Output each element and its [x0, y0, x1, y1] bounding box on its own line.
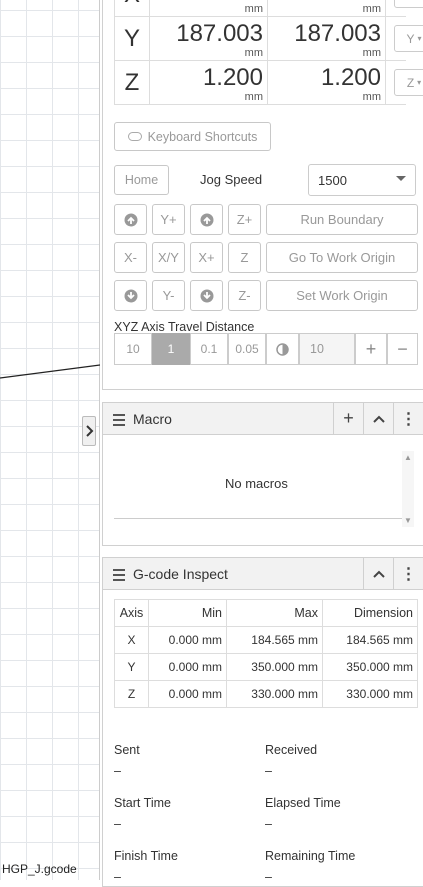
gcode-title: G-code Inspect: [133, 566, 228, 582]
work-position-y: 187.003 mm: [268, 17, 386, 60]
jog-z-minus-button[interactable]: Z-: [228, 280, 261, 311]
collapse-gcode-button[interactable]: [363, 558, 393, 589]
keyboard-shortcuts-button[interactable]: Keyboard Shortcuts: [114, 122, 271, 151]
minus-icon: −: [397, 338, 408, 359]
jog-up-right-button[interactable]: [190, 204, 223, 235]
scroll-up-icon[interactable]: ▲: [404, 453, 412, 462]
jog-speed-select[interactable]: 1500: [308, 164, 416, 196]
travel-distance-label: XYZ Axis Travel Distance: [114, 320, 255, 334]
arrow-up-circle-icon: [200, 213, 213, 226]
travel-decrease-button[interactable]: −: [387, 333, 418, 365]
travel-option-10[interactable]: 10: [114, 333, 152, 365]
jog-down-left-button[interactable]: [114, 280, 147, 311]
chevron-right-icon: [86, 425, 94, 437]
macro-panel: Macro + ⋮ No macros ▲ ▼: [102, 402, 423, 546]
axis-y-dropdown[interactable]: Y ▾: [394, 25, 423, 52]
caret-down-icon: [396, 176, 406, 181]
custom-travel-input[interactable]: 10: [299, 333, 355, 365]
work-position-x: mm: [268, 0, 386, 16]
macro-title: Macro: [133, 411, 172, 427]
table-header-row: Axis Min Max Dimension: [114, 599, 418, 627]
travel-option-1[interactable]: 1: [152, 333, 190, 365]
machine-position-x: mm: [150, 0, 268, 16]
macro-header: Macro + ⋮: [103, 403, 423, 435]
macro-more-button[interactable]: ⋮: [393, 403, 423, 434]
menu-icon[interactable]: [113, 569, 125, 584]
jog-x-minus-button[interactable]: X-: [114, 242, 147, 273]
arrow-down-circle-icon: [124, 289, 137, 302]
home-button[interactable]: Home: [114, 165, 169, 195]
gcode-header: G-code Inspect ⋮: [103, 558, 423, 590]
scroll-down-icon[interactable]: ▼: [404, 516, 412, 525]
sent-label: Sent: [114, 743, 140, 757]
axis-row-y: Y 187.003 mm 187.003 mm Y ▾: [114, 17, 423, 61]
jog-xy-button[interactable]: X/Y: [152, 242, 185, 273]
more-vertical-icon: ⋮: [400, 565, 417, 583]
loaded-file-name: HGP_J.gcode: [2, 862, 77, 876]
more-vertical-icon: ⋮: [400, 410, 417, 428]
add-macro-button[interactable]: +: [333, 403, 363, 434]
go-to-work-origin-button[interactable]: Go To Work Origin: [266, 242, 418, 273]
jog-x-plus-button[interactable]: X+: [190, 242, 223, 273]
half-circle-icon: [276, 342, 289, 356]
jog-z-button[interactable]: Z: [228, 242, 261, 273]
axis-z-dropdown[interactable]: Z ▾: [394, 69, 423, 96]
travel-option-0-1[interactable]: 0.1: [190, 333, 228, 365]
table-row: Y 0.000 mm 350.000 mm 350.000 mm: [114, 653, 418, 681]
custom-travel-toggle[interactable]: [266, 333, 299, 365]
arrow-up-circle-icon: [124, 213, 137, 226]
divider: [114, 518, 404, 519]
axis-row-z: Z 1.200 mm 1.200 mm Z ▾: [114, 61, 423, 105]
machine-position-y: 187.003 mm: [150, 17, 268, 60]
jog-y-minus-button[interactable]: Y-: [152, 280, 185, 311]
received-label: Received: [265, 743, 318, 757]
gcode-inspect-panel: G-code Inspect ⋮ Axis Min Max Dimension …: [102, 557, 423, 887]
axis-x-dropdown[interactable]: X: [394, 0, 423, 8]
remaining-time-value: –: [265, 870, 272, 884]
set-work-origin-button[interactable]: Set Work Origin: [266, 280, 418, 311]
empty-macros-text: No macros: [225, 476, 288, 491]
caret-down-icon: ▾: [417, 78, 422, 87]
start-time-value: –: [114, 817, 121, 831]
travel-option-0-05[interactable]: 0.05: [228, 333, 266, 365]
arrow-down-circle-icon: [200, 289, 213, 302]
elapsed-time-value: –: [265, 817, 272, 831]
menu-icon[interactable]: [113, 414, 125, 429]
axis-name: Y: [114, 17, 150, 60]
sent-value: –: [114, 764, 121, 778]
gcode-bounds-table: Axis Min Max Dimension X 0.000 mm 184.565…: [114, 599, 418, 708]
jog-down-right-button[interactable]: [190, 280, 223, 311]
table-row: Z 0.000 mm 330.000 mm 330.000 mm: [114, 680, 418, 708]
table-row: X 0.000 mm 184.565 mm 184.565 mm: [114, 626, 418, 654]
run-boundary-button[interactable]: Run Boundary: [266, 204, 418, 235]
axis-row-x: X mm mm X: [114, 0, 423, 17]
plus-icon: +: [343, 408, 354, 428]
jog-up-left-button[interactable]: [114, 204, 147, 235]
caret-down-icon: ▾: [417, 34, 422, 43]
plus-icon: +: [365, 338, 377, 359]
expand-sidebar-button[interactable]: [82, 416, 96, 446]
chevron-up-icon: [372, 570, 385, 578]
finish-time-value: –: [114, 870, 121, 884]
elapsed-time-label: Elapsed Time: [265, 796, 341, 810]
travel-increase-button[interactable]: +: [355, 333, 387, 365]
toggle-icon: [127, 132, 142, 141]
axes-panel: X mm mm X Y 187.003 mm 187.003 mm Y▾ Z 1…: [102, 0, 423, 390]
collapse-macro-button[interactable]: [363, 403, 393, 434]
jog-y-plus-button[interactable]: Y+: [152, 204, 185, 235]
jog-speed-label: Jog Speed: [200, 172, 263, 187]
work-position-z: 1.200 mm: [268, 61, 386, 104]
start-time-label: Start Time: [114, 796, 171, 810]
axis-name: Z: [114, 61, 150, 104]
gcode-more-button[interactable]: ⋮: [393, 558, 423, 589]
finish-time-label: Finish Time: [114, 849, 178, 863]
jog-z-plus-button[interactable]: Z+: [228, 204, 261, 235]
macro-scrollbar[interactable]: ▲ ▼: [402, 451, 414, 527]
axis-name: X: [114, 0, 150, 16]
chevron-up-icon: [372, 415, 385, 423]
received-value: –: [265, 764, 272, 778]
machine-position-z: 1.200 mm: [150, 61, 268, 104]
remaining-time-label: Remaining Time: [265, 849, 356, 863]
